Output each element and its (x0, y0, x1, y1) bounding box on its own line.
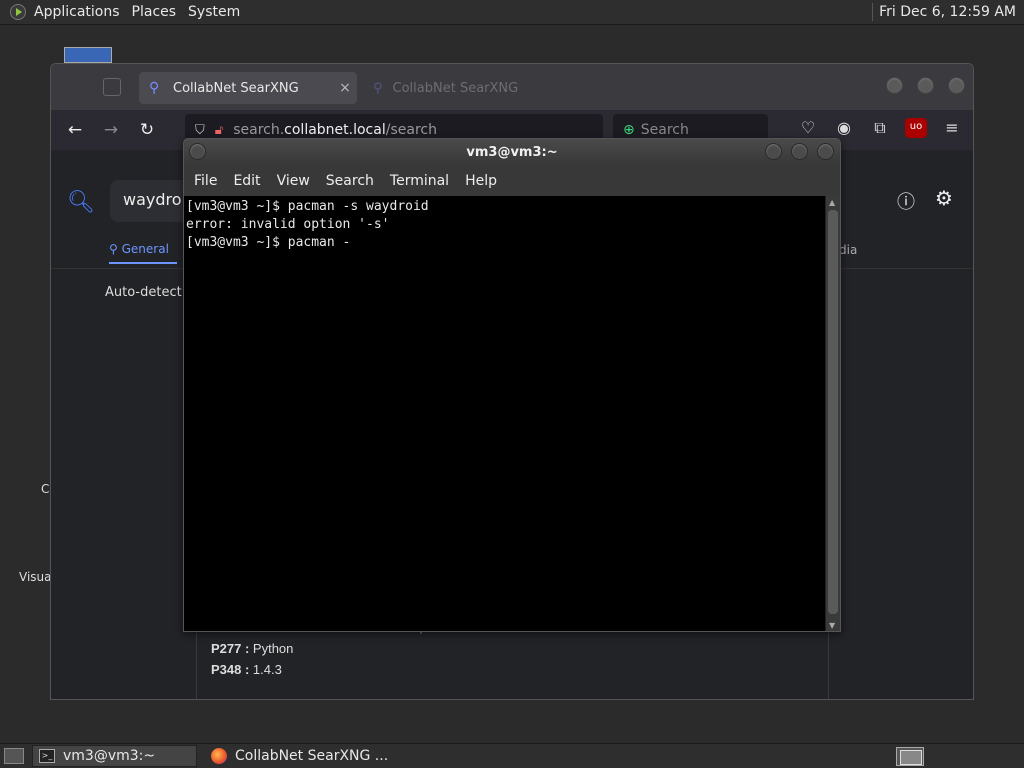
menu-view[interactable]: View (269, 173, 318, 189)
minimize-button[interactable] (765, 143, 782, 160)
scroll-up-icon[interactable]: ▲ (829, 198, 835, 207)
tab-general[interactable]: ⚲ General (109, 242, 177, 264)
tab-title: CollabNet SearXNG (173, 80, 299, 96)
desktop-icon-label: C (41, 482, 50, 496)
info-icon[interactable]: ⓘ (897, 188, 915, 214)
tab-overview-icon[interactable] (103, 78, 121, 96)
firefox-icon (211, 748, 227, 764)
system-menu[interactable]: System (182, 4, 246, 20)
terminal-line: [vm3@vm3 ~]$ pacman -s waydroid (186, 199, 429, 214)
ublock-icon[interactable]: uo (905, 118, 927, 138)
toolbar-icons: ♡ ◉ ⧉ uo ≡ (797, 118, 963, 138)
scrollbar-thumb[interactable] (828, 210, 838, 614)
terminal-scrollbar[interactable]: ▲ ▼ (825, 196, 840, 631)
maximize-button[interactable] (791, 143, 808, 160)
tab-media[interactable]: dia (839, 243, 857, 257)
url-text[interactable]: search.collabnet.local/search (233, 122, 603, 138)
forward-icon[interactable]: → (93, 120, 129, 140)
applications-menu[interactable]: Applications (28, 4, 126, 20)
extensions-icon[interactable]: ⧉ (869, 118, 891, 138)
taskbar-item-label: CollabNet SearXNG ... (235, 748, 389, 764)
back-icon[interactable]: ← (57, 120, 93, 140)
menu-icon[interactable]: ≡ (941, 118, 963, 138)
close-button[interactable] (817, 143, 834, 160)
terminal-menubar: File Edit View Search Terminal Help (184, 165, 840, 196)
terminal-line: error: invalid option '-s' (186, 217, 390, 232)
taskbar-item-label: vm3@vm3:~ (63, 748, 156, 764)
minimize-button[interactable] (886, 77, 903, 94)
taskbar-item-browser[interactable]: CollabNet SearXNG ... (205, 745, 394, 767)
browser-tab-bar: ⚲ CollabNet SearXNG × ⚲ CollabNet SearXN… (51, 64, 973, 110)
gear-icon[interactable]: ⚙ (935, 186, 953, 210)
terminal-titlebar[interactable]: vm3@vm3:~ (184, 139, 840, 165)
window-menu-button[interactable] (189, 143, 206, 160)
panel-separator (872, 3, 874, 21)
places-menu[interactable]: Places (126, 4, 183, 20)
workspace-switcher[interactable] (896, 747, 924, 766)
search-placeholder: Search (640, 122, 689, 138)
menu-help[interactable]: Help (457, 173, 505, 189)
tab-title: CollabNet SearXNG (392, 80, 519, 96)
menu-file[interactable]: File (186, 173, 225, 189)
terminal-output[interactable]: [vm3@vm3 ~]$ pacman -s waydroid error: i… (184, 196, 826, 631)
terminal-window: vm3@vm3:~ File Edit View Search Terminal… (183, 138, 841, 632)
clock[interactable]: Fri Dec 6, 12:59 AM (879, 4, 1024, 20)
scroll-down-icon[interactable]: ▼ (829, 621, 835, 630)
property-row: P277 : Python (211, 641, 293, 656)
close-icon[interactable]: × (333, 80, 357, 96)
maximize-button[interactable] (917, 77, 934, 94)
menu-terminal[interactable]: Terminal (382, 173, 457, 189)
desktop-icon-label: Visua (19, 570, 52, 584)
show-desktop-icon[interactable] (4, 748, 24, 764)
top-panel: Applications Places System Fri Dec 6, 12… (0, 0, 1024, 25)
window-controls (886, 77, 965, 94)
property-value: Python (249, 641, 294, 656)
terminal-title: vm3@vm3:~ (466, 144, 558, 160)
menu-edit[interactable]: Edit (225, 173, 268, 189)
search-icon: ⚲ (109, 242, 122, 256)
searxng-favicon-icon: ⚲ (149, 80, 160, 96)
search-icon[interactable]: 🔍︎ (67, 190, 95, 215)
close-button[interactable] (948, 77, 965, 94)
reload-icon[interactable]: ↻ (129, 120, 165, 140)
searxng-favicon-icon: ⚲ (373, 80, 383, 96)
pocket-icon[interactable]: ♡ (797, 118, 819, 138)
bottom-panel: >_ vm3@vm3:~ CollabNet SearXNG ... (0, 743, 1024, 768)
url-prefix: search. (233, 122, 285, 138)
url-host: collabnet.local (284, 122, 386, 138)
menu-search[interactable]: Search (318, 173, 382, 189)
shield-icon[interactable]: ⛉ (195, 123, 205, 138)
account-icon[interactable]: ◉ (833, 118, 855, 138)
property-value: 1.4.3 (249, 662, 282, 677)
url-path: /search (385, 122, 437, 138)
applications-menu-icon[interactable] (10, 4, 26, 20)
terminal-icon: >_ (39, 749, 55, 763)
taskbar-item-terminal[interactable]: >_ vm3@vm3:~ (32, 745, 197, 767)
property-key: P348 : (211, 662, 250, 677)
lock-icon[interactable]: 🔓︎ (215, 123, 223, 138)
tab-searxng[interactable]: ⚲ CollabNet SearXNG × (139, 72, 357, 104)
property-row: P348 : 1.4.3 (211, 662, 282, 677)
tab-general-label: General (121, 242, 169, 256)
terminal-line: [vm3@vm3 ~]$ pacman - (186, 235, 351, 250)
desktop-computer-icon[interactable] (64, 47, 112, 63)
property-key: P277 : (211, 641, 250, 656)
tab-searxng-2[interactable]: ⚲ CollabNet SearXNG (373, 72, 533, 104)
search-engine-icon: ⊕ (623, 122, 635, 138)
